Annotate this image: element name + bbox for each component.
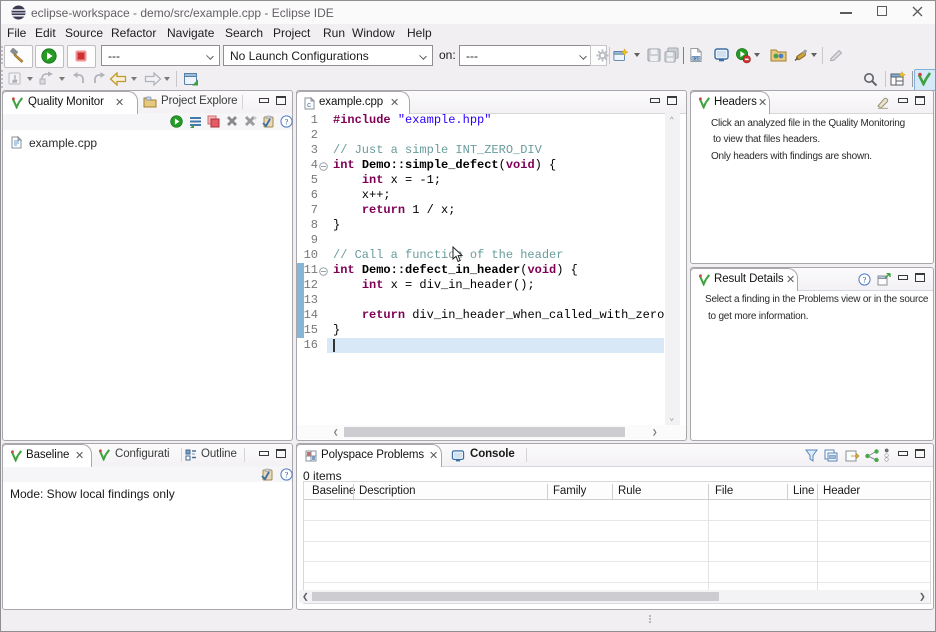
svg-text:?: ? (285, 469, 289, 479)
svg-text:010: 010 (692, 56, 701, 62)
svg-text:?: ? (285, 116, 289, 126)
svg-text:c: c (307, 102, 311, 110)
svg-text:?: ? (863, 274, 867, 284)
